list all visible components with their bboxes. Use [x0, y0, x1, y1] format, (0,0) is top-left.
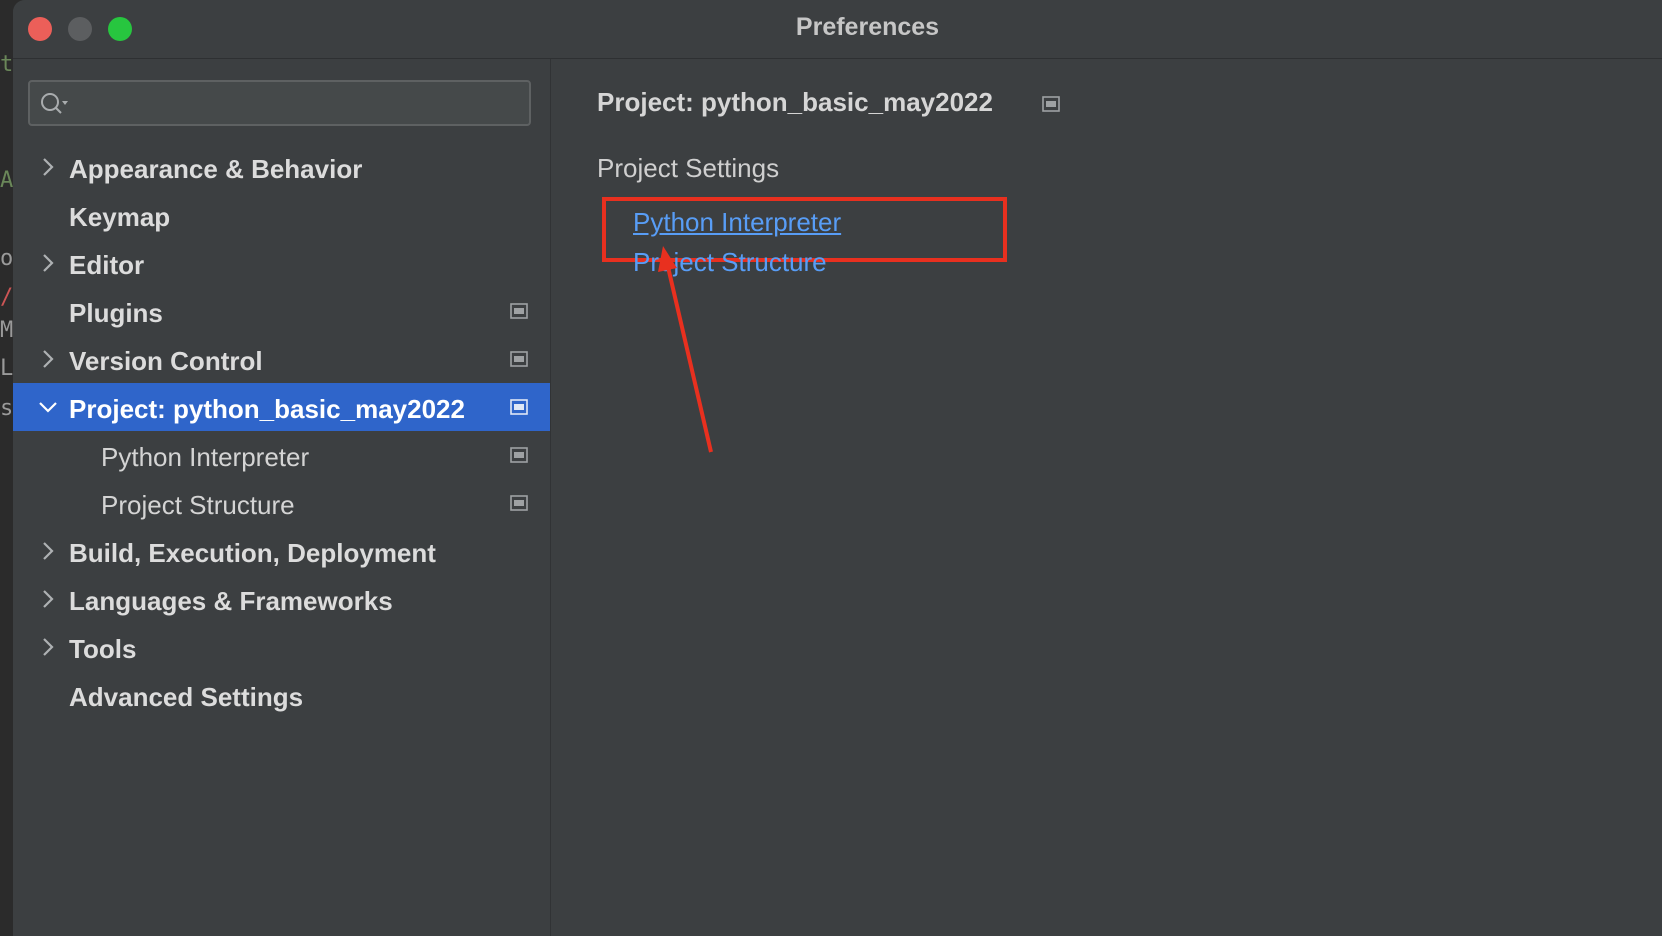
sidebar-item-build-execution-deployment[interactable]: Build, Execution, Deployment — [13, 527, 550, 575]
sidebar-item-label: Project: python_basic_may2022 — [69, 394, 465, 424]
editor-fragment: L — [0, 356, 14, 381]
editor-fragment: o — [0, 246, 14, 271]
settings-tree: Appearance & Behavior Keymap Editor Plugins… — [13, 143, 550, 719]
editor-fragment: t — [0, 52, 14, 77]
editor-fragment: M — [0, 318, 14, 343]
sidebar-item-version-control[interactable]: Version Control — [13, 335, 550, 383]
section-header: Project Settings — [597, 153, 780, 183]
preferences-window: Preferences Appearance & Behavior Keymap E… — [13, 0, 1662, 936]
chevron-right-icon[interactable] — [37, 252, 59, 274]
sidebar-item-keymap[interactable]: Keymap — [13, 191, 550, 239]
chevron-right-icon[interactable] — [37, 540, 59, 562]
sidebar-item-label: Languages & Frameworks — [69, 586, 393, 616]
sidebar-item-appearance-behavior[interactable]: Appearance & Behavior — [13, 143, 550, 191]
sidebar-item-advanced-settings[interactable]: Advanced Settings — [13, 671, 550, 719]
background-editor-strip: t A o / M L s — [0, 0, 13, 936]
sidebar-item-label: Editor — [69, 250, 145, 280]
chevron-right-icon[interactable] — [37, 348, 59, 370]
page-title: Project: python_basic_may2022 — [597, 87, 993, 117]
settings-search-input[interactable] — [76, 82, 521, 126]
project-level-icon — [510, 351, 528, 367]
sidebar-item-label: Build, Execution, Deployment — [69, 538, 436, 568]
sidebar-item-label: Appearance & Behavior — [69, 154, 363, 184]
project-level-icon — [510, 447, 528, 463]
sidebar-item-editor[interactable]: Editor — [13, 239, 550, 287]
chevron-right-icon[interactable] — [37, 636, 59, 658]
sidebar-item-label: Plugins — [69, 298, 163, 328]
settings-sidebar: Appearance & Behavior Keymap Editor Plugins… — [13, 59, 551, 936]
project-structure-link[interactable]: Project Structure — [633, 247, 827, 278]
sidebar-item-label: Keymap — [69, 202, 171, 232]
project-level-icon — [1042, 96, 1060, 112]
title-bar: Preferences — [13, 0, 1662, 59]
sidebar-item-label: Version Control — [69, 346, 263, 376]
annotation-arrow — [658, 246, 713, 453]
search-icon[interactable] — [40, 91, 70, 117]
window-title: Preferences — [795, 13, 940, 41]
sidebar-item-label: Advanced Settings — [69, 682, 304, 712]
sidebar-item-project-structure[interactable]: Project Structure — [13, 479, 550, 527]
sidebar-item-project-python-basic-may2022[interactable]: Project: python_basic_may2022 — [13, 383, 550, 431]
sidebar-item-label: Project Structure — [101, 490, 295, 520]
editor-fragment: s — [0, 396, 14, 421]
settings-content-panel: Project: python_basic_may2022 Project Se… — [551, 59, 1662, 936]
python-interpreter-link[interactable]: Python Interpreter — [633, 207, 841, 238]
sidebar-item-tools[interactable]: Tools — [13, 623, 550, 671]
settings-search-box[interactable] — [28, 80, 531, 126]
sidebar-item-languages-frameworks[interactable]: Languages & Frameworks — [13, 575, 550, 623]
editor-fragment: / — [0, 285, 14, 310]
chevron-right-icon[interactable] — [37, 588, 59, 610]
project-level-icon — [510, 495, 528, 511]
project-level-icon — [510, 399, 528, 415]
editor-fragment: A — [0, 168, 14, 193]
chevron-right-icon[interactable] — [37, 156, 59, 178]
chevron-down-icon[interactable] — [37, 396, 59, 418]
sidebar-item-label: Tools — [69, 634, 137, 664]
sidebar-item-python-interpreter[interactable]: Python Interpreter — [13, 431, 550, 479]
project-level-icon — [510, 303, 528, 319]
sidebar-item-label: Python Interpreter — [101, 442, 310, 472]
sidebar-item-plugins[interactable]: Plugins — [13, 287, 550, 335]
